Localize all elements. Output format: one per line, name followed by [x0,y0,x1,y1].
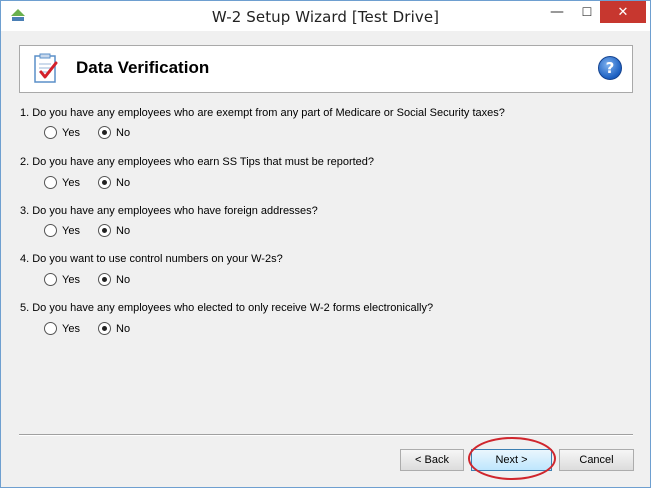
question-5-text: 5. Do you have any employees who elected… [20,302,434,314]
question-2-text: 2. Do you have any employees who earn SS… [20,156,375,168]
question-1-no-label: No [116,126,131,139]
back-button[interactable]: < Back [400,449,464,471]
question-2-yes-radio[interactable] [44,176,57,189]
header-panel: Data Verification ? [19,45,633,93]
page-title: Data Verification [76,58,210,77]
question-1-no-radio[interactable] [98,126,111,139]
question-5-yes-label: Yes [62,322,80,335]
question-3-yes-radio[interactable] [44,224,57,237]
question-2-no-option[interactable]: No [98,176,130,189]
question-4-yes-label: Yes [62,273,80,286]
question-3-yes-label: Yes [62,224,80,237]
question-3-text: 3. Do you have any employees who have fo… [20,205,318,217]
close-button[interactable]: ✕ [600,1,646,23]
question-4-yes-option[interactable]: Yes [44,273,80,286]
footer-divider [19,434,633,436]
question-4-no-radio[interactable] [98,273,111,286]
question-3-no-label: No [116,224,131,237]
question-4-text: 4. Do you want to use control numbers on… [20,253,283,265]
question-1-yes-label: Yes [62,126,80,139]
question-5-no-label: No [116,322,131,335]
maximize-button[interactable]: ☐ [574,1,600,23]
question-1-text: 1. Do you have any employees who are exe… [20,107,505,119]
question-3-no-option[interactable]: No [98,224,130,237]
wizard-window: W-2 Setup Wizard [Test Drive] — ☐ ✕ Data… [0,0,651,488]
checklist-icon [34,53,58,83]
question-2-yes-label: Yes [62,176,80,189]
cancel-button[interactable]: Cancel [559,449,634,471]
question-4-yes-radio[interactable] [44,273,57,286]
question-1-yes-radio[interactable] [44,126,57,139]
help-icon[interactable]: ? [598,56,622,80]
question-2-yes-option[interactable]: Yes [44,176,80,189]
question-5-yes-radio[interactable] [44,322,57,335]
question-5-no-option[interactable]: No [98,322,130,335]
question-1-no-option[interactable]: No [98,126,130,139]
question-4-no-label: No [116,273,131,286]
question-3-yes-option[interactable]: Yes [44,224,80,237]
question-4-no-option[interactable]: No [98,273,130,286]
question-2-no-label: No [116,176,131,189]
title-bar: W-2 Setup Wizard [Test Drive] — ☐ ✕ [1,1,650,31]
question-2-no-radio[interactable] [98,176,111,189]
question-5-no-radio[interactable] [98,322,111,335]
question-1-yes-option[interactable]: Yes [44,126,80,139]
next-button-highlight-ring [468,437,556,480]
minimize-button[interactable]: — [541,1,573,23]
question-3-no-radio[interactable] [98,224,111,237]
question-5-yes-option[interactable]: Yes [44,322,80,335]
